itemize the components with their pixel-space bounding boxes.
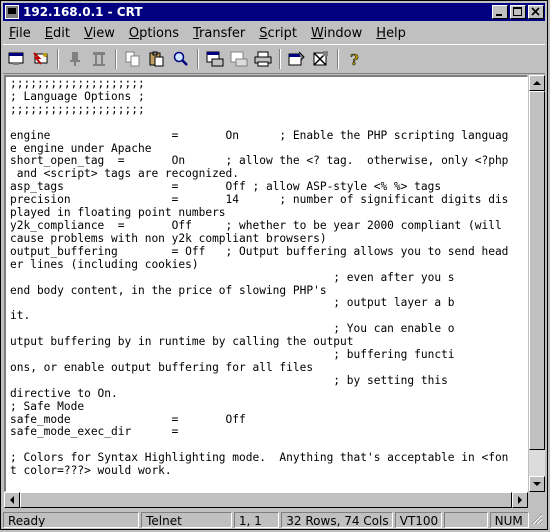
connect-in-tab-icon[interactable]	[65, 49, 85, 69]
connect-icon[interactable]	[7, 49, 27, 69]
status-ready: Ready	[3, 512, 140, 528]
terminal-output: ;;;;;;;;;;;;;;;;;;;;; Language Options ;…	[10, 77, 527, 478]
horizontal-scroll-thumb[interactable]	[20, 492, 512, 508]
vertical-scroll-thumb[interactable]	[529, 91, 545, 450]
terminal-line: ; Language Options ;	[10, 89, 145, 103]
terminal-line: ; buffering functi	[10, 348, 455, 362]
status-terminal-size: 32 Rows, 74 Cols	[281, 512, 393, 528]
status-numlock: NUM	[489, 512, 530, 528]
status-emulation: VT100	[394, 512, 443, 528]
terminal-line: ; even after you s	[10, 270, 455, 284]
resize-grip-icon[interactable]	[531, 513, 545, 527]
crt-window: 192.168.0.1 - CRT File Edit View Options Tra…	[0, 0, 548, 530]
scroll-down-button[interactable]	[529, 476, 545, 492]
terminal-line: ons, or enable output buffering for all …	[10, 360, 314, 374]
toolbar-separator	[337, 49, 339, 69]
svg-text:?: ?	[350, 51, 359, 67]
window-title: 192.168.0.1 - CRT	[23, 5, 143, 19]
status-empty-panel	[444, 512, 488, 528]
terminal-line: t color=???> would work.	[10, 464, 172, 478]
menu-script[interactable]: Script	[259, 26, 297, 41]
copy-icon[interactable]	[123, 49, 143, 69]
arrow-left-icon	[10, 496, 14, 504]
minimize-button[interactable]	[492, 5, 508, 19]
disconnect-icon[interactable]	[89, 49, 109, 69]
terminal-screen[interactable]: ;;;;;;;;;;;;;;;;;;;;; Language Options ;…	[4, 75, 528, 492]
menu-options[interactable]: Options	[129, 26, 179, 41]
terminal-line: output_buffering = Off ; Output bufferin…	[10, 244, 509, 258]
toolbar-separator	[279, 49, 281, 69]
toolbar-separator	[197, 49, 199, 69]
paste-icon[interactable]	[147, 49, 167, 69]
status-cursor-position: 1, 1	[233, 512, 280, 528]
terminal-line: ;;;;;;;;;;;;;;;;;;;;	[10, 102, 145, 116]
maximize-icon	[513, 7, 522, 16]
terminal-line: y2k_compliance = Off ; whether to be yea…	[10, 218, 502, 232]
minimize-icon	[496, 14, 502, 16]
terminal-line: cause problems with non y2k compliant br…	[10, 231, 327, 245]
menu-file[interactable]: File	[9, 26, 31, 41]
terminal-line: ;;;;;;;;;;;;;;;;;;;;	[10, 77, 145, 90]
scroll-right-button[interactable]	[512, 492, 528, 508]
vertical-scrollbar[interactable]	[529, 75, 545, 492]
menu-view[interactable]: View	[84, 26, 115, 41]
toolbar: ?	[3, 44, 545, 74]
arrow-down-icon	[533, 482, 541, 486]
global-options-icon[interactable]	[311, 49, 331, 69]
help-icon[interactable]: ?	[345, 49, 365, 69]
terminal-line: ; output layer a b	[10, 296, 455, 310]
print-icon[interactable]	[253, 49, 273, 69]
terminal-line: ; by setting this	[10, 373, 448, 387]
toolbar-separator	[115, 49, 117, 69]
menu-edit[interactable]: Edit	[45, 26, 70, 41]
scroll-up-button[interactable]	[529, 75, 545, 91]
title-bar[interactable]: 192.168.0.1 - CRT	[3, 3, 545, 21]
menu-window[interactable]: Window	[311, 26, 362, 41]
print-screen-icon[interactable]	[229, 49, 249, 69]
window-controls	[492, 5, 544, 19]
terminal-line: safe_mode_exec_dir =	[10, 425, 179, 439]
print-setup-icon[interactable]	[205, 49, 225, 69]
menu-transfer[interactable]: Transfer	[193, 26, 245, 41]
find-icon[interactable]	[171, 49, 191, 69]
status-bar: Ready Telnet 1, 1 32 Rows, 74 Cols VT100…	[3, 511, 545, 529]
horizontal-scrollbar[interactable]	[4, 492, 528, 508]
crt-app-icon[interactable]	[5, 5, 19, 19]
maximize-button[interactable]	[510, 5, 526, 19]
close-icon	[531, 7, 540, 16]
terminal-line: er lines (including cookies)	[10, 257, 199, 271]
quick-connect-icon[interactable]	[31, 49, 51, 69]
arrow-right-icon	[518, 496, 522, 504]
toolbar-separator	[57, 49, 59, 69]
session-options-icon[interactable]	[287, 49, 307, 69]
arrow-up-icon	[533, 81, 541, 85]
terminal-line: directive to On.	[10, 386, 118, 400]
menu-help[interactable]: Help	[376, 26, 406, 41]
close-button[interactable]	[528, 5, 544, 19]
terminal-line: engine = On ; Enable the PHP scripting l…	[10, 128, 509, 142]
menu-bar: File Edit View Options Transfer Script Window H…	[3, 23, 545, 43]
terminal-line: ; Safe Mode	[10, 399, 85, 413]
scroll-left-button[interactable]	[4, 492, 20, 508]
status-protocol: Telnet	[141, 512, 232, 528]
scrollbar-corner	[529, 492, 545, 508]
